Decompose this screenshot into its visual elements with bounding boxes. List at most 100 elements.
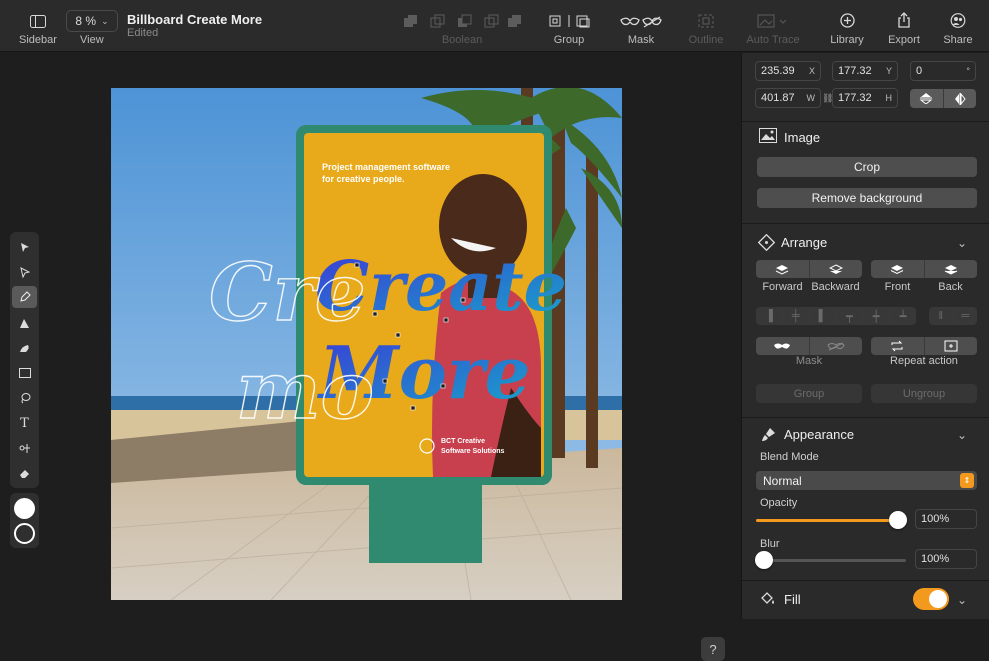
remove-background-button[interactable]: Remove background [757, 188, 977, 208]
stroke-color-swatch[interactable] [14, 523, 35, 544]
billboard-photo: Project management software for creative… [111, 88, 622, 600]
canvas-area[interactable]: Project management software for creative… [0, 53, 741, 661]
chevron-down-icon[interactable]: ⌄ [957, 593, 967, 607]
opacity-field[interactable]: 100% [915, 509, 977, 529]
separator [742, 417, 989, 418]
sidebar-icon [30, 0, 46, 28]
blend-mode-label: Blend Mode [760, 451, 819, 463]
pencil-node-icon[interactable] [12, 312, 37, 334]
zoom-select[interactable]: 8 % ⌄ [66, 10, 118, 32]
distribute-vertical-icon[interactable]: ═ [952, 307, 978, 325]
zoom-value: 8 % [75, 14, 97, 28]
library-label: Library [830, 34, 864, 46]
group-button[interactable]: Group [546, 0, 592, 52]
align-left-icon[interactable]: ▐ [756, 307, 782, 325]
inspector-panel: 235.39 X 177.32 Y 0 ° 401.87 W ⛓ 177.32 … [741, 53, 989, 619]
document-status: Edited [127, 27, 159, 39]
send-backward-icon[interactable] [808, 260, 863, 278]
outline-button[interactable]: Outline [684, 0, 728, 52]
help-button[interactable]: ? [701, 637, 725, 661]
image-icon [759, 128, 777, 147]
align-bottom-icon[interactable]: ┷ [889, 307, 916, 325]
blend-mode-select[interactable]: Normal ⇕ [756, 471, 977, 490]
blur-label: Blur [760, 538, 780, 550]
forward-backward-seg [756, 260, 862, 278]
group-button-panel[interactable]: Group [756, 384, 862, 403]
color-swatches [10, 493, 39, 548]
distribute-buttons: ‖ ═ [929, 307, 977, 325]
crop-button[interactable]: Crop [757, 157, 977, 177]
width-field[interactable]: 401.87 W [755, 88, 821, 108]
lettering-create-outline: Cre [209, 245, 366, 339]
document-title[interactable]: Billboard Create More [127, 12, 262, 27]
chevron-down-icon[interactable]: ⌄ [957, 428, 967, 442]
flip-horizontal-icon[interactable] [942, 89, 977, 108]
align-middle-icon[interactable]: ┿ [862, 307, 889, 325]
blur-value: 100% [921, 553, 950, 565]
export-button[interactable]: Export [884, 0, 924, 52]
opacity-value: 100% [921, 513, 950, 525]
blur-slider[interactable] [755, 551, 906, 569]
sidebar-button[interactable]: Sidebar [18, 0, 58, 52]
lasso-icon[interactable] [12, 387, 37, 409]
ungroup-button[interactable]: Ungroup [871, 384, 977, 403]
repeat-icon[interactable] [871, 337, 924, 355]
flip-buttons [910, 89, 976, 108]
auto-trace-label: Auto Trace [746, 34, 800, 46]
opacity-slider-fill [756, 519, 898, 522]
company-name-line1: BCT Creative [441, 438, 485, 445]
x-field[interactable]: 235.39 X [755, 61, 821, 81]
separator [742, 223, 989, 224]
bring-forward-icon[interactable] [756, 260, 809, 278]
eraser-icon[interactable] [12, 462, 37, 484]
text-tool-icon[interactable]: T [12, 412, 37, 434]
pen-tool-icon[interactable] [12, 286, 37, 308]
mask-seg [756, 337, 862, 355]
mask-release-icon[interactable] [808, 337, 863, 355]
flip-vertical-icon[interactable] [910, 89, 943, 108]
align-center-icon[interactable]: ╪ [781, 307, 809, 325]
scissors-path-icon[interactable] [12, 437, 37, 459]
select-arrow-icon[interactable] [12, 236, 37, 258]
opacity-slider-thumb[interactable] [889, 511, 907, 529]
library-button[interactable]: Library [826, 0, 868, 52]
paint-bucket-icon [760, 591, 776, 610]
rotation-unit: ° [966, 66, 970, 76]
repeat-action-icon[interactable] [923, 337, 978, 355]
tool-palette: T [10, 232, 39, 488]
y-field[interactable]: 177.32 Y [832, 61, 898, 81]
paintbrush-icon [761, 427, 776, 446]
fill-section-title: Fill [784, 592, 801, 607]
backward-label: Backward [811, 281, 860, 293]
artboard-image[interactable]: Project management software for creative… [111, 88, 622, 600]
send-to-back-icon[interactable] [923, 260, 978, 278]
height-field[interactable]: 177.32 H [832, 88, 898, 108]
separator [742, 121, 989, 122]
chevron-down-icon[interactable]: ⌄ [957, 236, 967, 250]
direct-select-icon[interactable] [12, 261, 37, 283]
rectangle-icon[interactable] [12, 362, 37, 384]
height-unit: H [885, 93, 893, 103]
opacity-slider[interactable] [756, 511, 907, 529]
align-right-icon[interactable]: ▌ [808, 307, 836, 325]
mask-apply-icon[interactable] [756, 337, 809, 355]
blur-field[interactable]: 100% [915, 549, 977, 569]
group-icon [547, 0, 591, 28]
width-unit: W [806, 93, 816, 103]
rotation-field[interactable]: 0 ° [910, 61, 976, 81]
billboard-headline-line2: for creative people. [322, 174, 405, 184]
brush-icon[interactable] [12, 337, 37, 359]
auto-trace-button[interactable]: Auto Trace [742, 0, 804, 52]
fill-color-swatch[interactable] [14, 498, 35, 519]
outline-label: Outline [688, 34, 724, 46]
mask-button[interactable]: Mask [616, 0, 666, 52]
blur-slider-thumb[interactable] [755, 551, 773, 569]
fill-toggle[interactable] [913, 588, 949, 610]
repeat-seg [871, 337, 977, 355]
image-section-title: Image [784, 130, 821, 145]
bring-to-front-icon[interactable] [871, 260, 924, 278]
y-value: 177.32 [838, 65, 872, 77]
distribute-horizontal-icon[interactable]: ‖ [929, 307, 953, 325]
share-button[interactable]: Share [938, 0, 978, 52]
align-top-icon[interactable]: ┯ [835, 307, 862, 325]
